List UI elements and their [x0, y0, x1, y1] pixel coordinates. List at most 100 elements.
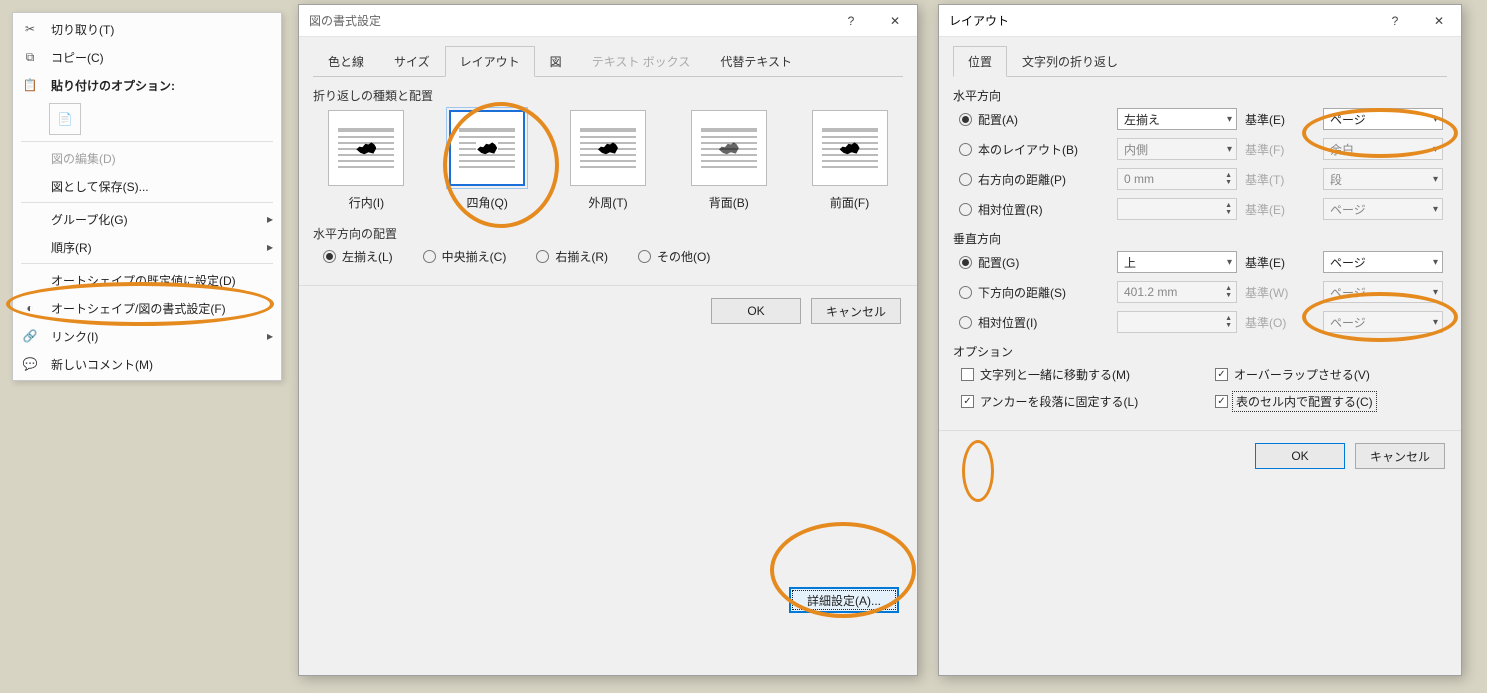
wrap-square-icon [459, 128, 515, 168]
vert-abs-ref-label: 基準(W) [1245, 284, 1315, 301]
horiz-alignment-radio[interactable]: 配置(A) [959, 111, 1109, 128]
format-picture-dialog: 図の書式設定 ? ✕ 色と線 サイズ レイアウト 図 テキスト ボックス 代替テ… [298, 4, 918, 676]
spinner-icon: ▲▼ [1225, 285, 1232, 299]
vert-alignment-ref-label: 基準(E) [1245, 254, 1315, 271]
halign-other-label: その他(O) [657, 248, 710, 265]
close-button[interactable]: ✕ [873, 5, 917, 37]
vert-rel-radio[interactable]: 相対位置(I) [959, 314, 1109, 331]
chevron-down-icon: ▾ [1433, 317, 1438, 328]
submenu-arrow-icon: ▸ [267, 329, 273, 343]
menu-save-as-picture-label: 図として保存(S)... [51, 178, 273, 195]
spinner-icon: ▲▼ [1225, 202, 1232, 216]
menu-format-autoshape[interactable]: ◐ オートシェイプ/図の書式設定(F) [13, 294, 281, 322]
horiz-book-radio[interactable]: 本のレイアウト(B) [959, 141, 1109, 158]
horiz-abs-radio[interactable]: 右方向の距離(P) [959, 171, 1109, 188]
vert-abs-ref-value: ページ [1330, 284, 1366, 301]
close-button[interactable]: ✕ [1417, 5, 1461, 37]
paste-option-keep-source[interactable]: 📄 [49, 103, 81, 135]
horiz-alignment-combo[interactable]: 左揃え ▾ [1117, 108, 1237, 130]
horiz-book-ref-label: 基準(F) [1245, 141, 1315, 158]
wrap-front[interactable]: 前面(F) [804, 110, 895, 211]
halign-right-radio[interactable]: 右揃え(R) [536, 248, 608, 265]
dialog-titlebar[interactable]: 図の書式設定 ? ✕ [299, 5, 917, 37]
ok-button[interactable]: OK [1255, 443, 1345, 469]
vert-alignment-combo[interactable]: 上▾ [1117, 251, 1237, 273]
vert-rel-ref-combo: ページ▾ [1323, 311, 1443, 333]
dialog-title: 図の書式設定 [309, 12, 829, 29]
horiz-rel-ref-label: 基準(E) [1245, 201, 1315, 218]
vert-alignment-combo-value: 上 [1124, 254, 1136, 271]
horiz-abs-ref-value: 段 [1330, 171, 1342, 188]
separator [21, 141, 273, 142]
horiz-abs-value: 0 mm ▲▼ [1117, 168, 1237, 190]
option-layout-in-cell[interactable]: 表のセル内で配置する(C) [1215, 393, 1439, 410]
copy-icon: ⧉ [17, 50, 43, 65]
advanced-button[interactable]: 詳細設定(A)... [789, 587, 899, 613]
ok-button[interactable]: OK [711, 298, 801, 324]
horiz-book-combo: 内側▾ [1117, 138, 1237, 160]
option-move-with-text[interactable]: 文字列と一緒に移動する(M) [961, 366, 1185, 383]
tab-layout[interactable]: レイアウト [445, 46, 535, 77]
wrap-behind-icon [701, 128, 757, 168]
menu-cut[interactable]: ✂ 切り取り(T) [13, 15, 281, 43]
menu-link-label: リンク(I) [51, 328, 259, 345]
cancel-button[interactable]: キャンセル [1355, 443, 1445, 469]
chevron-down-icon: ▾ [1227, 144, 1232, 155]
option-allow-overlap[interactable]: オーバーラップさせる(V) [1215, 366, 1439, 383]
menu-save-as-picture[interactable]: 図として保存(S)... [13, 172, 281, 200]
option-lock-anchor[interactable]: アンカーを段落に固定する(L) [961, 393, 1185, 410]
vert-alignment-ref-value: ページ [1330, 254, 1366, 271]
tab-colors-lines[interactable]: 色と線 [313, 46, 379, 77]
spinner-icon: ▲▼ [1225, 315, 1232, 329]
wrap-inline[interactable]: 行内(I) [321, 110, 412, 211]
menu-set-autoshape-default[interactable]: オートシェイプの既定値に設定(D) [13, 266, 281, 294]
cancel-button[interactable]: キャンセル [811, 298, 901, 324]
horiz-abs-value-text: 0 mm [1124, 172, 1154, 186]
layout-dialog-tabs: 位置 文字列の折り返し [953, 45, 1447, 77]
help-button[interactable]: ? [829, 5, 873, 37]
menu-order[interactable]: 順序(R) ▸ [13, 233, 281, 261]
menu-group[interactable]: グループ化(G) ▸ [13, 205, 281, 233]
wrap-inline-label: 行内(I) [321, 194, 412, 211]
menu-edit-picture: 図の編集(D) [13, 144, 281, 172]
tab-alt-text[interactable]: 代替テキスト [705, 46, 807, 77]
menu-paste-heading-label: 貼り付けのオプション: [51, 77, 273, 94]
menu-new-comment[interactable]: 💬 新しいコメント(M) [13, 350, 281, 378]
halign-right-label: 右揃え(R) [555, 248, 608, 265]
tab-textbox: テキスト ボックス [577, 46, 706, 77]
tab-size[interactable]: サイズ [379, 46, 445, 77]
options-section-label: オプション [953, 343, 1447, 360]
horiz-rel-radio[interactable]: 相対位置(R) [959, 201, 1109, 218]
menu-copy[interactable]: ⧉ コピー(C) [13, 43, 281, 71]
tab-text-wrap[interactable]: 文字列の折り返し [1007, 46, 1133, 77]
horiz-abs-radio-label: 右方向の距離(P) [978, 171, 1066, 188]
option-move-with-text-label: 文字列と一緒に移動する(M) [980, 366, 1130, 383]
halign-other-radio[interactable]: その他(O) [638, 248, 710, 265]
horiz-book-ref-combo: 余白▾ [1323, 138, 1443, 160]
tab-position[interactable]: 位置 [953, 46, 1007, 77]
horiz-alignment-radio-label: 配置(A) [978, 111, 1018, 128]
menu-order-label: 順序(R) [51, 239, 259, 256]
vert-alignment-ref-combo[interactable]: ページ▾ [1323, 251, 1443, 273]
dialog-footer: OK キャンセル [299, 285, 917, 336]
wrap-behind[interactable]: 背面(B) [683, 110, 774, 211]
context-menu: ✂ 切り取り(T) ⧉ コピー(C) 📋 貼り付けのオプション: 📄 図の編集(… [12, 12, 282, 381]
wrap-inline-icon [338, 128, 394, 168]
chevron-down-icon: ▾ [1227, 114, 1232, 125]
menu-new-comment-label: 新しいコメント(M) [51, 356, 273, 373]
menu-link[interactable]: 🔗 リンク(I) ▸ [13, 322, 281, 350]
spinner-icon: ▲▼ [1225, 172, 1232, 186]
wrap-square-label: 四角(Q) [442, 194, 533, 211]
help-button[interactable]: ? [1373, 5, 1417, 37]
horiz-alignment-ref-combo[interactable]: ページ▾ [1323, 108, 1443, 130]
vert-abs-radio[interactable]: 下方向の距離(S) [959, 284, 1109, 301]
halign-center-radio[interactable]: 中央揃え(C) [423, 248, 507, 265]
vert-alignment-radio[interactable]: 配置(G) [959, 254, 1109, 271]
halign-left-radio[interactable]: 左揃え(L) [323, 248, 393, 265]
tab-picture[interactable]: 図 [535, 46, 577, 77]
layout-dialog: レイアウト ? ✕ 位置 文字列の折り返し 水平方向 配置(A) 左揃え▾ 基準… [938, 4, 1462, 676]
wrap-square[interactable]: 四角(Q) [442, 110, 533, 211]
horiz-alignment-combo-value: 左揃え [1124, 111, 1160, 128]
dialog-titlebar[interactable]: レイアウト ? ✕ [939, 5, 1461, 37]
wrap-tight[interactable]: 外周(T) [563, 110, 654, 211]
